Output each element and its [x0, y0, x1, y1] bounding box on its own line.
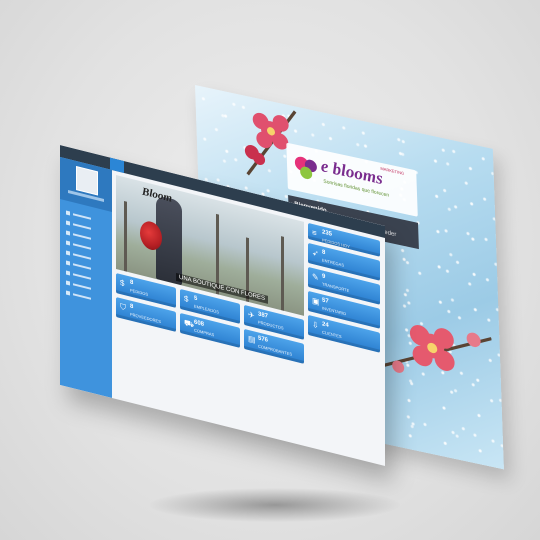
nav-icon: [66, 240, 70, 246]
flower-logo-icon: [294, 156, 317, 180]
tree-trunk: [281, 236, 284, 311]
nav-icon: [66, 250, 70, 256]
tile-number: 8: [322, 249, 326, 257]
tile-number: 57: [322, 297, 329, 305]
nav-icon: [66, 260, 70, 266]
nav-icon: [66, 210, 70, 216]
nav-icon: [66, 220, 70, 226]
avatar[interactable]: [76, 165, 98, 196]
download-icon: ⇩: [312, 319, 319, 331]
nav-label-line: [73, 273, 91, 280]
nav-label-line: [73, 213, 91, 220]
tile-number: 387: [258, 311, 269, 320]
nav-label-line: [73, 283, 91, 290]
nav-icon: [66, 290, 70, 296]
tile-number: 8: [130, 303, 134, 311]
tile-number: 9: [322, 273, 326, 281]
tile-number: 576: [258, 335, 269, 344]
tile-number: 8: [130, 279, 134, 287]
brand-tag: MARKETING: [380, 165, 405, 176]
box-icon: ▣: [312, 295, 320, 307]
nav-label-line: [73, 253, 91, 260]
drop-shadow: [150, 488, 400, 522]
nav-label-line: [73, 223, 91, 230]
tile-number: 5: [194, 295, 198, 303]
tile-number: 608: [194, 319, 205, 328]
nav-icon: [66, 270, 70, 276]
document-icon: ▤: [248, 333, 256, 345]
tree-trunk: [124, 200, 127, 272]
tile-number: 235: [322, 229, 333, 238]
shield-icon: ⛉: [120, 301, 126, 313]
plane-icon: ✈: [248, 309, 255, 321]
dollar-icon: $: [120, 277, 125, 289]
nav-label-line: [73, 263, 91, 270]
nav-icon: [66, 230, 70, 236]
rocket-icon: ➶: [312, 247, 319, 259]
topbar-logo-icon[interactable]: [110, 157, 124, 173]
nav-label-line: [73, 243, 91, 250]
cart-icon: ⛟: [184, 317, 195, 330]
nav-label-line: [73, 233, 91, 240]
tile-footer: [308, 331, 380, 353]
nav-icon: [66, 280, 70, 286]
sidebar: [60, 157, 112, 398]
dollar-icon: $: [184, 293, 189, 305]
nav-label-line: [73, 293, 91, 300]
tile-number: 24: [322, 321, 329, 329]
wrench-icon: ✎: [312, 271, 319, 283]
